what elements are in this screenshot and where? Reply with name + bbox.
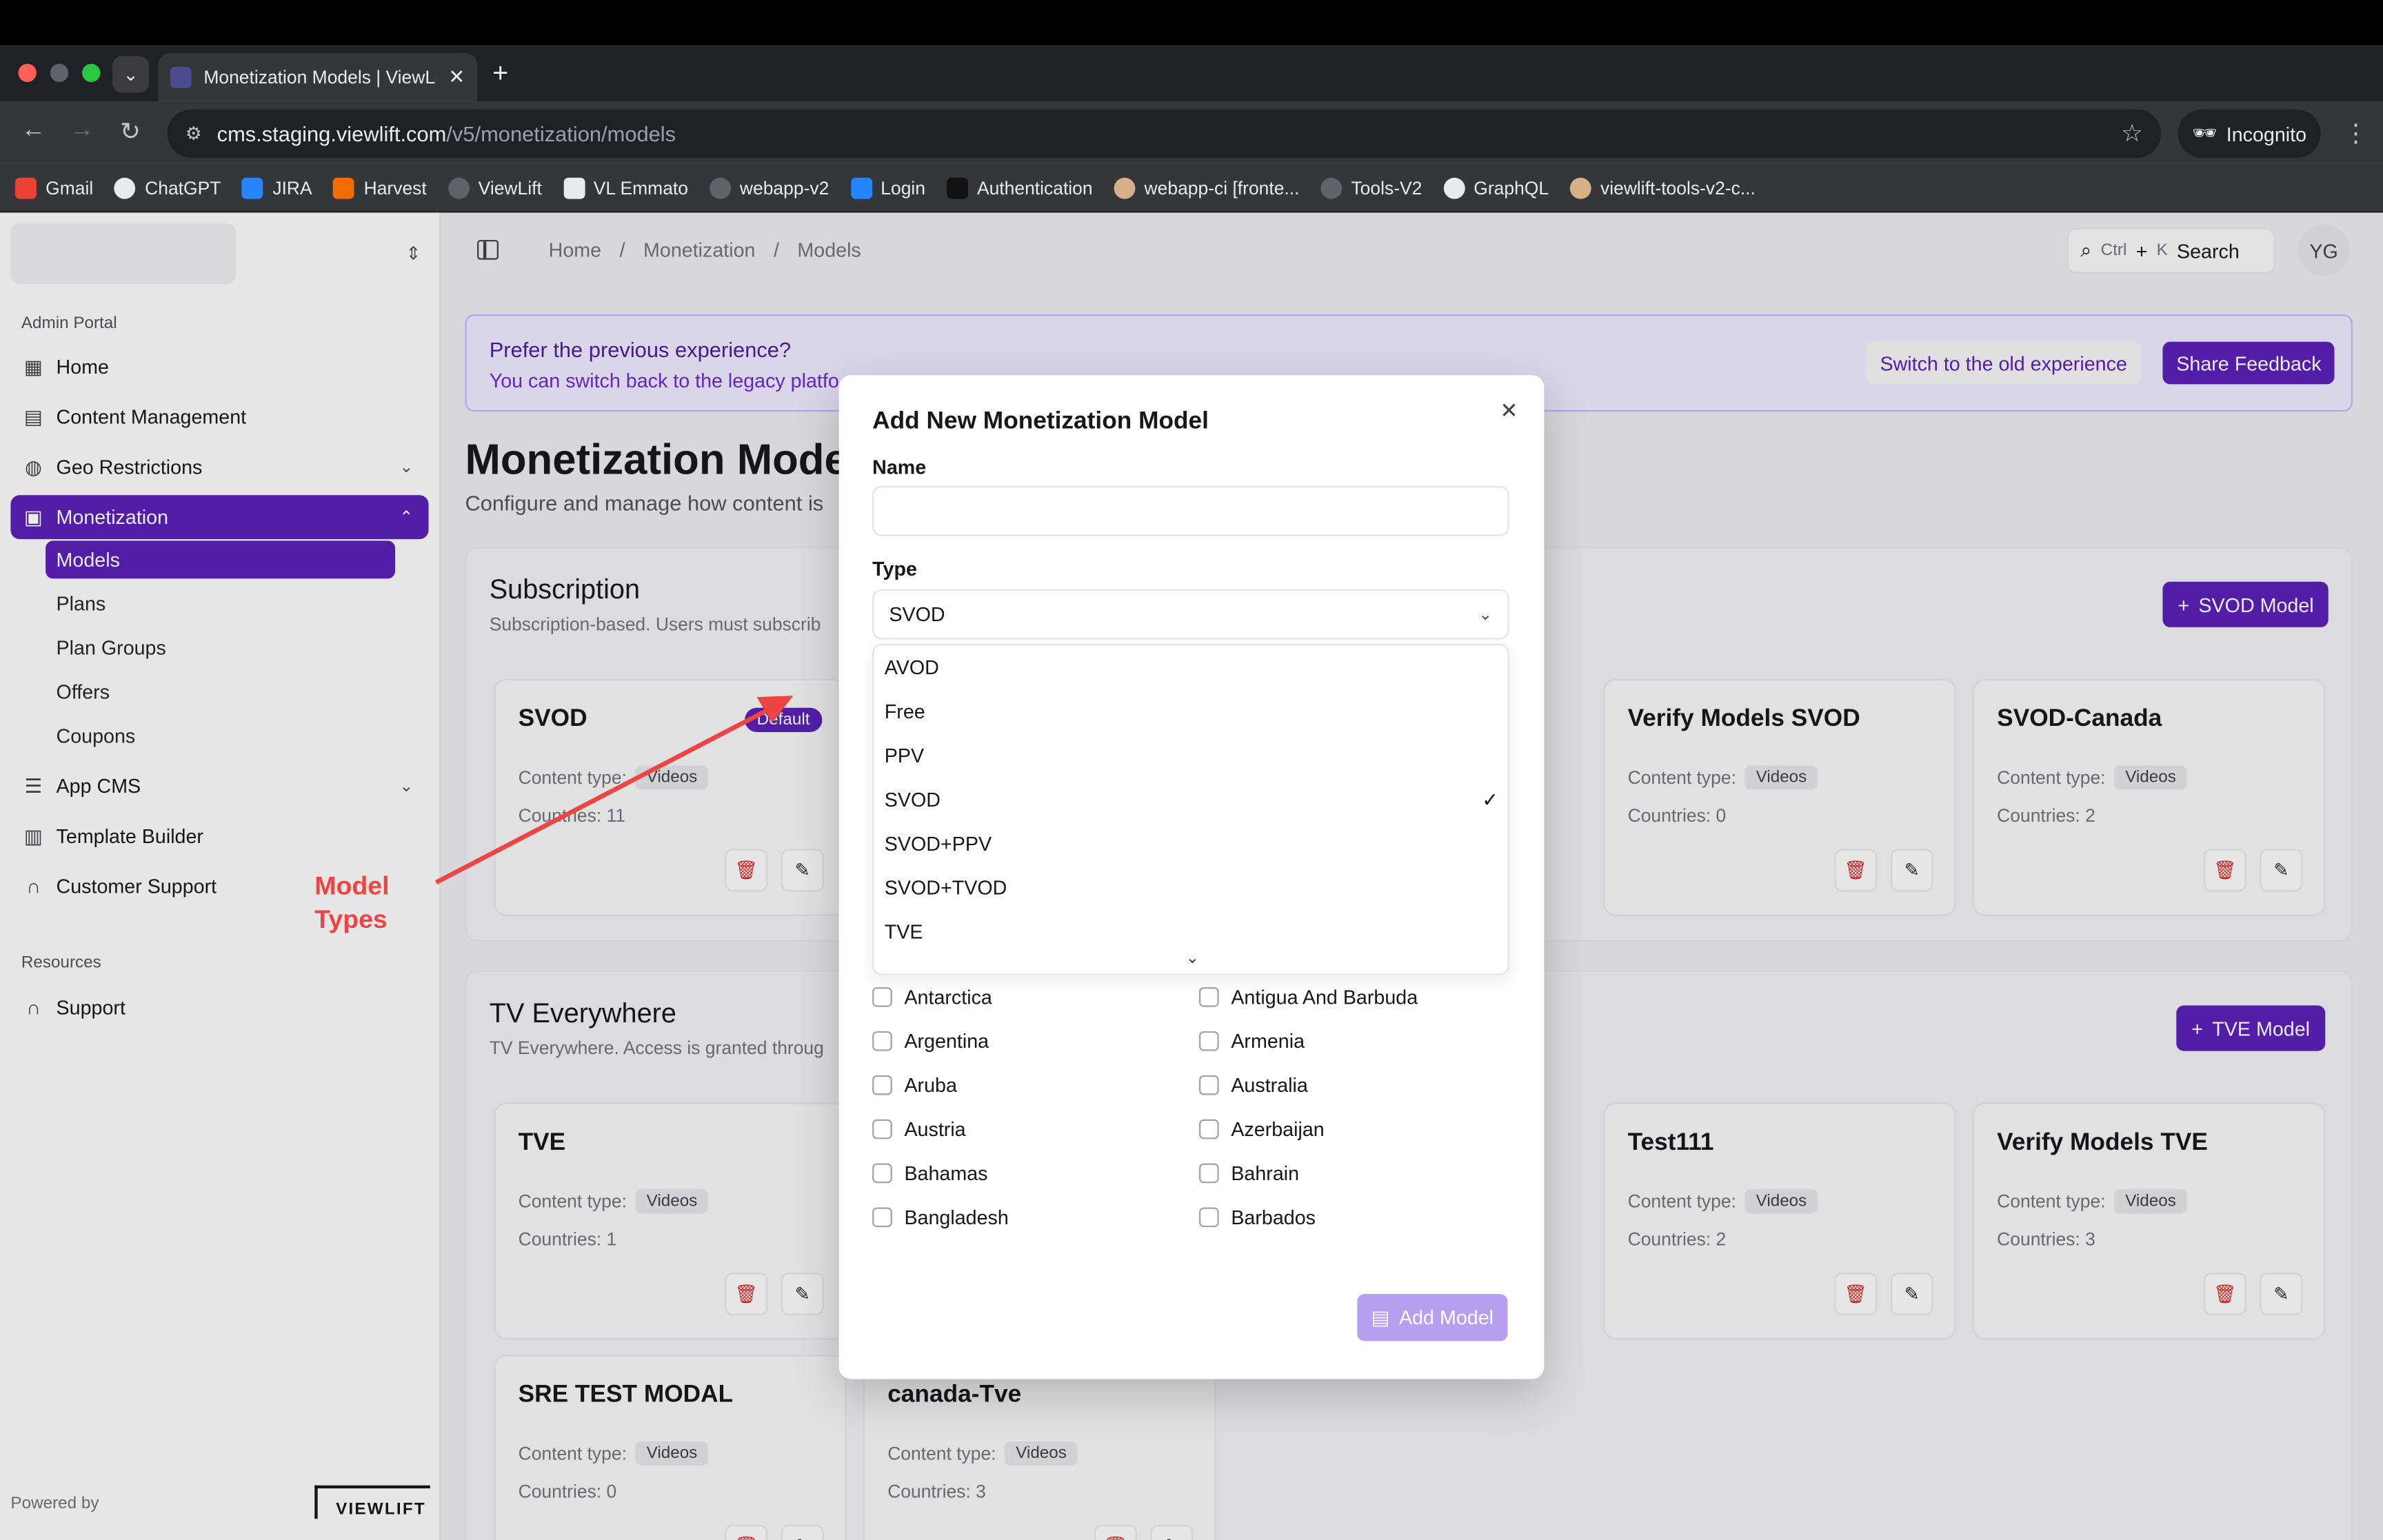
type-option-svod-tvod[interactable]: SVOD+TVOD bbox=[874, 866, 1511, 910]
back-icon[interactable]: ← bbox=[21, 117, 46, 145]
bookmark-gmail[interactable]: Gmail bbox=[15, 176, 93, 199]
github-icon bbox=[1320, 176, 1343, 199]
gmail-icon bbox=[15, 176, 37, 199]
os-top-bar bbox=[0, 0, 2383, 46]
checkbox[interactable] bbox=[872, 987, 892, 1007]
jira-icon bbox=[242, 176, 264, 199]
checkbox[interactable] bbox=[1199, 987, 1219, 1007]
reload-icon[interactable]: ↻ bbox=[120, 117, 141, 148]
jenkins-icon bbox=[1114, 176, 1136, 199]
country-checkbox[interactable]: Bangladesh bbox=[872, 1206, 1009, 1228]
country-checkbox[interactable]: Antigua And Barbuda bbox=[1199, 986, 1418, 1009]
address-bar[interactable]: ⚙ cms.staging.viewlift.com/v5/monetizati… bbox=[167, 109, 2162, 159]
type-label: Type bbox=[872, 557, 917, 580]
name-label: Name bbox=[872, 455, 927, 479]
country-checkbox[interactable]: Bahrain bbox=[1199, 1162, 1299, 1184]
auth-icon bbox=[946, 176, 968, 199]
checkbox[interactable] bbox=[1199, 1207, 1219, 1228]
country-checkbox[interactable]: Bahamas bbox=[872, 1162, 987, 1184]
type-option-ppv[interactable]: PPV bbox=[874, 733, 1511, 778]
scroll-down-icon[interactable]: ⌄ bbox=[1185, 948, 1199, 967]
url-path: /v5/monetization/models bbox=[446, 121, 676, 146]
maximize-window-button[interactable] bbox=[82, 63, 101, 82]
site-info-icon[interactable]: ⚙ bbox=[185, 123, 202, 144]
bookmark-vl-emmato[interactable]: VL Emmato bbox=[563, 176, 688, 199]
bookmark-authentication[interactable]: Authentication bbox=[946, 176, 1093, 199]
checkbox[interactable] bbox=[872, 1163, 892, 1184]
add-model-button[interactable]: ▤ Add Model bbox=[1357, 1294, 1508, 1341]
annotation-line-1: Model bbox=[314, 871, 390, 901]
country-checkbox[interactable]: Azerbaijan bbox=[1199, 1118, 1325, 1141]
check-icon: ✓ bbox=[1482, 787, 1499, 811]
type-option-svod-ppv[interactable]: SVOD+PPV bbox=[874, 822, 1511, 866]
forward-icon[interactable]: → bbox=[70, 117, 94, 145]
login-icon bbox=[850, 176, 872, 199]
country-checkbox[interactable]: Barbados bbox=[1199, 1206, 1316, 1228]
github-icon bbox=[448, 176, 470, 199]
checkbox[interactable] bbox=[1199, 1119, 1219, 1139]
incognito-icon: 🕶 bbox=[2192, 121, 2218, 145]
new-tab-button[interactable]: + bbox=[492, 58, 508, 90]
bookmarks-bar: Gmail ChatGPT JIRA Harvest ViewLift VL E… bbox=[0, 163, 2383, 213]
country-checkbox[interactable]: Austria bbox=[872, 1118, 966, 1141]
harvest-icon bbox=[333, 176, 355, 199]
country-checkbox[interactable]: Argentina bbox=[872, 1030, 989, 1053]
bookmark-viewlift-tools[interactable]: viewlift-tools-v2-c... bbox=[1569, 176, 1756, 199]
bookmark-chatgpt[interactable]: ChatGPT bbox=[114, 176, 221, 199]
type-option-svod[interactable]: SVOD ✓ bbox=[874, 778, 1511, 822]
bookmark-star-icon[interactable]: ☆ bbox=[2121, 119, 2143, 149]
chatgpt-icon bbox=[114, 176, 136, 199]
bookmark-viewlift[interactable]: ViewLift bbox=[448, 176, 542, 199]
close-icon[interactable]: ✕ bbox=[1500, 398, 1518, 423]
save-icon: ▤ bbox=[1371, 1305, 1390, 1328]
chevron-down-icon: ⌄ bbox=[1478, 606, 1493, 625]
annotation-line-2: Types bbox=[314, 905, 388, 934]
incognito-indicator[interactable]: 🕶 Incognito bbox=[2178, 109, 2321, 159]
close-tab-icon[interactable]: ✕ bbox=[448, 65, 465, 90]
type-dropdown-menu: AVOD Free PPV SVOD ✓ SVOD+PPV SVOD+TVOD T… bbox=[872, 644, 1509, 975]
browser-menu-icon[interactable]: ⋮ bbox=[2344, 119, 2368, 149]
checkbox[interactable] bbox=[872, 1119, 892, 1139]
bookmark-webapp-ci[interactable]: webapp-ci [fronte... bbox=[1114, 176, 1300, 199]
globe-icon bbox=[1443, 176, 1465, 199]
checkbox[interactable] bbox=[872, 1207, 892, 1228]
bookmark-login[interactable]: Login bbox=[850, 176, 925, 199]
country-checkbox[interactable]: Antarctica bbox=[872, 986, 992, 1009]
bookmark-harvest[interactable]: Harvest bbox=[333, 176, 427, 199]
annotation-text: Model Types bbox=[314, 870, 389, 937]
tab-search-button[interactable]: ⌄ bbox=[112, 56, 150, 93]
checkbox[interactable] bbox=[872, 1031, 892, 1051]
incognito-label: Incognito bbox=[2226, 122, 2307, 145]
country-checkbox[interactable]: Australia bbox=[1199, 1074, 1308, 1097]
site-favicon-icon bbox=[170, 66, 192, 88]
close-window-button[interactable] bbox=[18, 63, 37, 82]
country-checkbox[interactable]: Armenia bbox=[1199, 1030, 1305, 1053]
checkbox[interactable] bbox=[1199, 1075, 1219, 1095]
github-icon bbox=[709, 176, 731, 199]
browser-tab[interactable]: Monetization Models | ViewLift ✕ bbox=[158, 53, 478, 102]
emmato-icon bbox=[563, 176, 585, 199]
name-input[interactable] bbox=[872, 486, 1509, 536]
dialog-title: Add New Monetization Model bbox=[872, 408, 1209, 435]
type-option-free[interactable]: Free bbox=[874, 689, 1511, 733]
country-checkbox[interactable]: Aruba bbox=[872, 1074, 957, 1097]
tab-title: Monetization Models | ViewLift bbox=[203, 66, 436, 88]
jenkins-icon bbox=[1569, 176, 1591, 199]
bookmark-tools-v2[interactable]: Tools-V2 bbox=[1320, 176, 1422, 199]
screen: ⌄ Monetization Models | ViewLift ✕ + ← →… bbox=[0, 0, 2383, 1540]
bookmark-graphql[interactable]: GraphQL bbox=[1443, 176, 1549, 199]
type-select-value: SVOD bbox=[889, 602, 945, 626]
add-model-dialog: Add New Monetization Model ✕ Name Type S… bbox=[838, 375, 1545, 1379]
minimize-window-button[interactable] bbox=[50, 63, 69, 82]
type-select[interactable]: SVOD ⌄ bbox=[872, 589, 1509, 640]
type-option-avod[interactable]: AVOD bbox=[874, 645, 1511, 689]
checkbox[interactable] bbox=[1199, 1163, 1219, 1184]
bookmark-webapp-v2[interactable]: webapp-v2 bbox=[709, 176, 829, 199]
checkbox[interactable] bbox=[872, 1075, 892, 1095]
bookmark-jira[interactable]: JIRA bbox=[242, 176, 312, 199]
checkbox[interactable] bbox=[1199, 1031, 1219, 1051]
url-host: cms.staging.viewlift.com bbox=[217, 121, 447, 146]
